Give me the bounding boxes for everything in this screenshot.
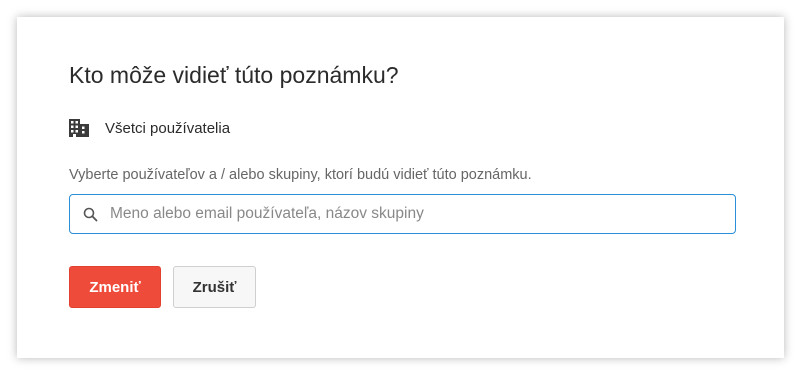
- change-button[interactable]: Zmeniť: [69, 266, 161, 308]
- dialog-title: Kto môže vidieť túto poznámku?: [69, 62, 399, 88]
- user-search-field[interactable]: [69, 194, 736, 234]
- help-text: Vyberte používateľov a / alebo skupiny, …: [69, 167, 532, 183]
- visibility-dialog: Kto môže vidieť túto poznámku? Všetci po…: [17, 17, 784, 358]
- cancel-button[interactable]: Zrušiť: [173, 266, 256, 308]
- search-input[interactable]: [108, 204, 712, 224]
- search-icon: [82, 206, 98, 222]
- visibility-label: Všetci používatelia: [105, 119, 231, 137]
- visibility-option: Všetci používatelia: [69, 117, 230, 139]
- building-icon: [69, 118, 89, 138]
